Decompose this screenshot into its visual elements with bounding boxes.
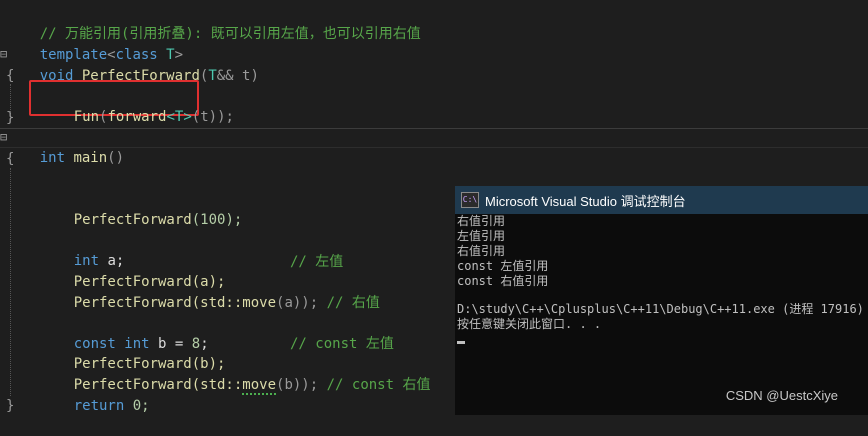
- main-signature-line: int main(): [6, 128, 124, 166]
- comment-lvalue: // 左值: [290, 252, 343, 272]
- decl-b-line: const int b = 8;: [40, 314, 209, 352]
- console-title: Microsoft Visual Studio 调试控制台: [485, 193, 686, 209]
- debug-console-window[interactable]: C:\ Microsoft Visual Studio 调试控制台 右值引用 左…: [455, 186, 868, 415]
- call-line-1: PerfectForward(100);: [40, 190, 243, 228]
- comment-text: // const 右值: [326, 377, 431, 393]
- console-line: 左值引用: [457, 229, 506, 243]
- call-line-3: PerfectForward(std::move(a)); // 右值: [40, 273, 380, 311]
- call-line-5: PerfectForward(std::move(b)); // const 右…: [40, 355, 430, 395]
- call-line-2: PerfectForward(a);: [40, 252, 226, 290]
- console-line: const 左值引用: [457, 259, 549, 273]
- move-name: move: [242, 377, 277, 395]
- console-line: const 右值引用: [457, 274, 549, 288]
- fun-close: );: [217, 109, 234, 125]
- return-value: 0;: [124, 398, 150, 414]
- main-parens: (): [107, 150, 125, 166]
- paren: ): [250, 68, 259, 84]
- param-type: T: [208, 68, 217, 84]
- brace-text: {: [6, 151, 15, 167]
- forward-arg: (t): [191, 109, 218, 125]
- call-rest: (a));: [276, 295, 319, 311]
- brace-text: {: [6, 68, 15, 84]
- close-brace: }: [6, 108, 14, 128]
- open-brace: {: [6, 149, 14, 169]
- keyword-int: int: [39, 150, 66, 166]
- call-name: PerfectForward: [73, 212, 192, 228]
- comment-text: // const 左值: [290, 336, 394, 352]
- pf-signature-line: void PerfectForward(T&& t): [6, 46, 259, 84]
- brace-text: }: [6, 110, 15, 126]
- call-args: (100);: [191, 212, 243, 228]
- open-brace: {: [6, 66, 14, 86]
- console-exe-path: D:\study\C++\Cplusplus\C++11\Debug\C++11…: [457, 302, 864, 316]
- comment-text: // 右值: [326, 295, 380, 311]
- console-line: 右值引用: [457, 214, 506, 228]
- indent-guide: [10, 168, 11, 396]
- console-app-icon: C:\: [461, 192, 479, 208]
- fun-call-line: Fun(forward<T>(t));: [40, 87, 234, 125]
- brace-text: }: [6, 398, 15, 414]
- call-line-4: PerfectForward(b);: [40, 334, 226, 372]
- main-name: main: [65, 150, 108, 166]
- move-name: move: [242, 295, 277, 311]
- console-titlebar[interactable]: C:\ Microsoft Visual Studio 调试控制台: [455, 186, 868, 214]
- line-separator: [0, 147, 868, 148]
- function-separator: [0, 128, 868, 129]
- console-prompt: 按任意键关闭此窗口. . .: [457, 317, 602, 331]
- param-ref: &&: [216, 68, 243, 84]
- comment-text: // 左值: [290, 254, 344, 270]
- comment-line: // 万能引用(引用折叠): 既可以引用左值，也可以引用右值: [6, 4, 421, 42]
- call-rest: (b));: [276, 377, 319, 393]
- forward-template: <T>: [166, 109, 192, 125]
- forward-name: forward: [107, 109, 167, 125]
- call-text: PerfectForward(std::: [73, 295, 243, 311]
- keyword-return: return: [73, 398, 125, 414]
- console-output[interactable]: 右值引用 左值引用 右值引用 const 左值引用 const 右值引用 D:\…: [455, 214, 868, 415]
- return-line: return 0;: [40, 376, 150, 414]
- comment-const-lvalue: // const 左值: [290, 334, 394, 354]
- template-line: template<class T>: [6, 25, 183, 63]
- watermark: CSDN @UestcXiye: [725, 388, 838, 403]
- fun-name: Fun: [73, 109, 100, 125]
- console-line: 右值引用: [457, 244, 506, 258]
- close-brace: }: [6, 396, 14, 416]
- decl-a-line: int a;: [40, 231, 125, 269]
- console-cursor: [457, 341, 465, 344]
